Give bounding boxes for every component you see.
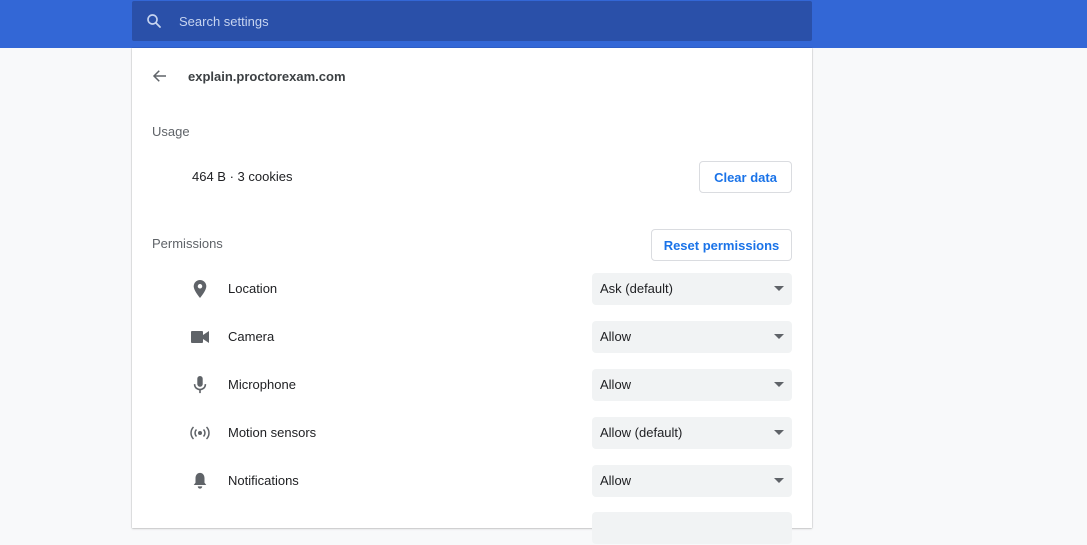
motion-sensors-select[interactable]: Allow (default) <box>592 417 792 449</box>
camera-select[interactable]: Allow <box>592 321 792 353</box>
motion-sensors-icon <box>190 423 210 443</box>
dropdown-caret-icon <box>774 478 784 483</box>
dropdown-caret-icon <box>774 286 784 291</box>
permission-row-notifications: Notifications Allow <box>132 465 812 497</box>
search-icon <box>144 11 164 31</box>
permissions-section-label: Permissions <box>152 236 223 251</box>
select-value: Allow <box>600 329 632 344</box>
select-value: Allow <box>600 473 632 488</box>
microphone-icon <box>190 375 210 395</box>
location-pin-icon <box>190 279 210 299</box>
usage-section-label: Usage <box>152 124 190 139</box>
site-title: explain.proctorexam.com <box>188 68 346 84</box>
permission-row-partial <box>132 512 812 545</box>
back-arrow-icon[interactable] <box>148 64 172 88</box>
select-value: Ask (default) <box>600 281 673 296</box>
permission-label: Notifications <box>228 473 299 488</box>
camera-icon <box>190 327 210 347</box>
permission-row-camera: Camera Allow <box>132 321 812 353</box>
location-select[interactable]: Ask (default) <box>592 273 792 305</box>
permission-row-microphone: Microphone Allow <box>132 369 812 401</box>
dropdown-caret-icon <box>774 382 784 387</box>
dropdown-caret-icon <box>774 430 784 435</box>
partial-select[interactable] <box>592 512 792 544</box>
permission-label: Location <box>228 281 278 296</box>
select-value: Allow (default) <box>600 425 683 440</box>
site-header: explain.proctorexam.com <box>132 60 346 92</box>
dropdown-caret-icon <box>774 334 784 339</box>
reset-permissions-button[interactable]: Reset permissions <box>651 229 792 261</box>
bell-icon <box>190 471 210 491</box>
permission-row-motion-sensors: Motion sensors Allow (default) <box>132 417 812 449</box>
select-value: Allow <box>600 377 632 392</box>
site-settings-card: explain.proctorexam.com Usage 464 B · 3 … <box>132 48 812 544</box>
clear-data-button[interactable]: Clear data <box>699 161 792 193</box>
permission-label: Camera <box>228 329 275 344</box>
permission-label: Microphone <box>228 377 296 392</box>
notifications-select[interactable]: Allow <box>592 465 792 497</box>
permission-row-location: Location Ask (default) <box>132 273 812 305</box>
search-input[interactable] <box>177 12 781 30</box>
microphone-select[interactable]: Allow <box>592 369 792 401</box>
usage-summary: 464 B · 3 cookies <box>192 169 293 184</box>
permission-label: Motion sensors <box>228 425 317 440</box>
top-bar <box>0 0 1087 48</box>
search-box[interactable] <box>132 1 812 41</box>
